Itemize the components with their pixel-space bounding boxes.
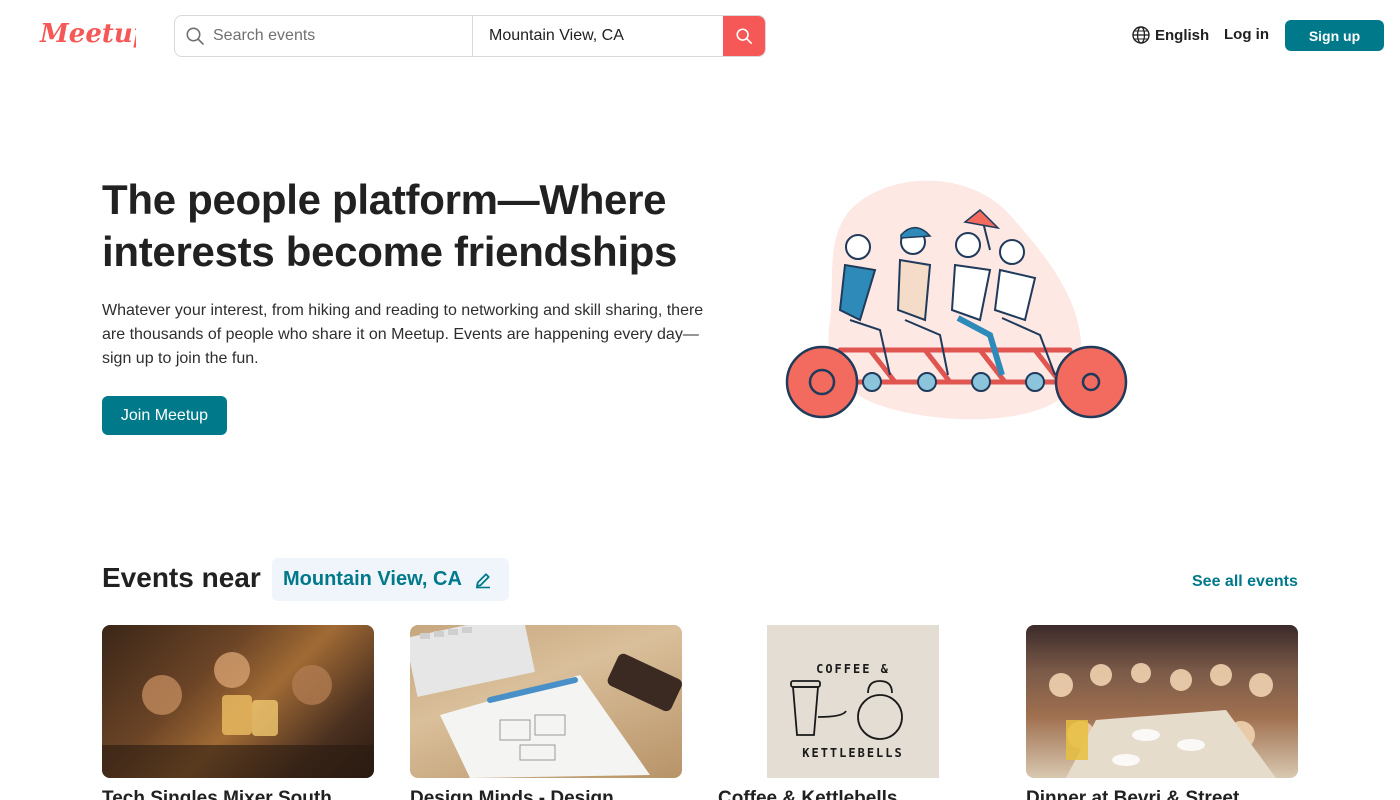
hero-subtitle: Whatever your interest, from hiking and … (102, 302, 704, 367)
event-image (1026, 625, 1298, 778)
search-field (175, 16, 473, 56)
search-icon (186, 27, 204, 45)
login-link[interactable]: Log in (1224, 26, 1269, 43)
event-card[interactable]: Tech Singles Mixer South (102, 625, 374, 800)
hero-title: The people platform—Where interests beco… (102, 176, 678, 275)
event-image: COFFEE & KETTLEBELLS (718, 625, 990, 778)
pencil-icon (475, 572, 490, 588)
meetup-logo[interactable]: Meetup (38, 14, 151, 56)
event-title: Dinner at Bevri & Street (1026, 788, 1240, 800)
event-card[interactable]: Dinner at Bevri & Street (1026, 625, 1298, 800)
event-title: Coffee & Kettlebells (718, 788, 898, 800)
search-bar: Mountain View, CA (174, 15, 766, 57)
event-image (410, 625, 682, 778)
language-selector[interactable]: English (1131, 25, 1209, 45)
events-location-chip[interactable]: Mountain View, CA (272, 558, 509, 601)
logo-text: Meetup (39, 19, 136, 49)
image-caption-bottom: KETTLEBELLS (802, 746, 903, 760)
language-label: English (1155, 26, 1210, 44)
hero-illustration (780, 170, 1140, 430)
event-card[interactable]: Design Minds - Design (410, 625, 682, 800)
event-title: Tech Singles Mixer South (102, 788, 332, 800)
search-icon (736, 28, 753, 45)
events-heading: Events near (102, 562, 261, 593)
top-header: Meetup Mountain View, CA English (0, 0, 1400, 72)
location-field[interactable]: Mountain View, CA (473, 16, 723, 56)
event-title: Design Minds - Design (410, 788, 614, 800)
search-button[interactable] (723, 16, 765, 56)
see-all-events-link[interactable]: See all events (1192, 573, 1298, 591)
image-caption-top: COFFEE & (816, 662, 890, 676)
globe-icon (1132, 26, 1150, 44)
event-card[interactable]: COFFEE & KETTLEBELLS Coffee & Kettlebell… (718, 625, 990, 800)
join-meetup-button[interactable]: Join Meetup (102, 396, 227, 435)
signup-button[interactable]: Sign up (1285, 20, 1384, 51)
events-location-label: Mountain View, CA (283, 568, 462, 590)
event-image (102, 625, 374, 778)
search-input[interactable] (213, 27, 453, 45)
